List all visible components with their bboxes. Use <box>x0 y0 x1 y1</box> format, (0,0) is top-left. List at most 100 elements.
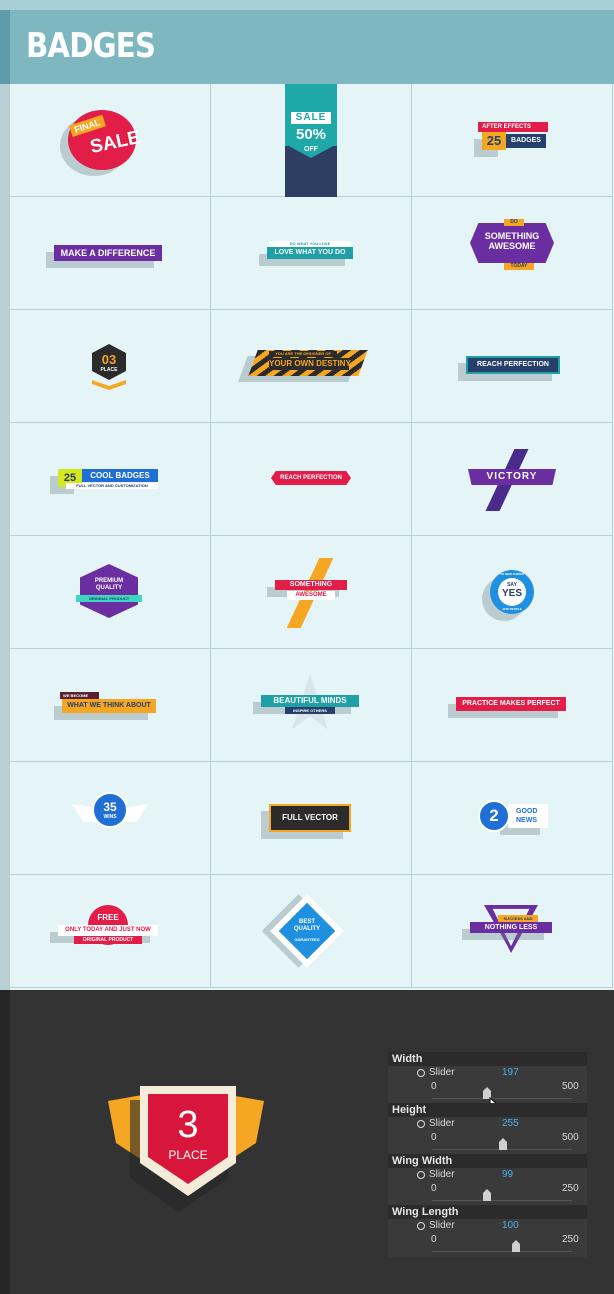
slider-min: 0 <box>431 1132 437 1143</box>
badge-cell-nothing-less[interactable]: SUCCESS AND NOTHING LESS <box>412 875 613 988</box>
slider-label: Slider <box>429 1067 455 1078</box>
effect-controls-panel: Width Slider 197 0 500 Height Slider 255… <box>388 1052 587 1257</box>
wins-circle: 35 WINS <box>92 792 128 828</box>
slider-label: Slider <box>429 1118 455 1129</box>
slider-value-wing-width[interactable]: 99 <box>502 1169 513 1180</box>
badge-cell-cool-badges[interactable]: 25 COOL BADGES FULL VECTOR AND CUSTOMIZA… <box>10 423 211 536</box>
stopwatch-icon[interactable] <box>417 1069 425 1077</box>
control-height: Slider 255 0 500 <box>388 1118 587 1154</box>
yes-label: YES <box>501 588 522 599</box>
slider-label: Slider <box>429 1220 455 1231</box>
badge-cell-premium-quality[interactable]: PREMIUM QUALITY ORIGINAL PRODUCT <box>10 536 211 649</box>
badge-cell-reach-perfection-2[interactable]: REACH PERFECTION <box>211 423 412 536</box>
quality-line-2: QUALITY <box>293 926 321 932</box>
cool-badges-label: COOL BADGES <box>82 469 158 482</box>
final-sale-badge: FINAL SALE <box>68 110 142 170</box>
left-edge <box>0 84 10 990</box>
badge-cell-final-sale[interactable]: FINAL SALE <box>10 84 211 197</box>
slider-thumb-wing-length[interactable] <box>512 1240 520 1252</box>
slider-value-wing-length[interactable]: 100 <box>502 1220 519 1231</box>
reach-perfection-red: REACH PERFECTION <box>271 471 351 485</box>
sale-percent: 50% <box>295 126 327 143</box>
badge-cell-sale-50[interactable]: SALE 50% OFF <box>211 84 412 197</box>
premium-line: PREMIUM <box>94 578 124 584</box>
badge-cell-beautiful-minds[interactable]: BEAUTIFUL MINDS INSPIRE OTHERS <box>211 649 412 762</box>
left-edge-dark <box>0 990 10 1294</box>
badge-cell-reach-perfection-1[interactable]: REACH PERFECTION <box>412 310 613 423</box>
badge-cell-best-quality[interactable]: BEST QUALITY GARANTEED <box>211 875 412 988</box>
victory-label: VICTORY <box>468 469 556 485</box>
reach-perfection-frame: REACH PERFECTION <box>466 356 560 374</box>
badge-cell-full-vector[interactable]: FULL VECTOR <box>211 762 412 875</box>
slider-track[interactable] <box>432 1200 572 1201</box>
original-product-strip: ORIGINAL PRODUCT <box>76 595 142 602</box>
stopwatch-icon[interactable] <box>417 1222 425 1230</box>
badge-cell-35-wins[interactable]: 35 WINS <box>10 762 211 875</box>
badge-cell-something-awesome-2[interactable]: SOMETHING AWESOME <box>211 536 412 649</box>
inspire-others-label: INSPIRE OTHERS <box>285 707 335 714</box>
header-bar: BADGES <box>10 10 614 84</box>
badge-cell-victory[interactable]: VICTORY <box>412 423 613 536</box>
badge-cell-your-own-destiny[interactable]: YOU ARE THE DESIGNER OF YOUR OWN DESTINY <box>211 310 412 423</box>
quality-line: QUALITY <box>95 585 123 591</box>
preview-label: PLACE <box>168 1148 208 1162</box>
slider-max: 500 <box>562 1132 579 1143</box>
awesome-line: AWESOME <box>488 241 536 251</box>
badge-cell-free[interactable]: FREE ONLY TODAY AND JUST NOW ORIGINAL PR… <box>10 875 211 988</box>
slider-max: 500 <box>562 1081 579 1092</box>
control-wing-length: Slider 100 0 250 <box>388 1220 587 1256</box>
good-news-card: GOOD NEWS <box>508 804 548 828</box>
place-number: 03 <box>101 352 117 367</box>
badge-number-25: 25 <box>482 132 506 150</box>
sale-top-label: SALE <box>291 112 331 124</box>
slider-track[interactable] <box>432 1098 572 1099</box>
badge-cell-make-difference[interactable]: MAKE A DIFFERENCE <box>10 197 211 310</box>
slider-thumb-wing-width[interactable] <box>483 1189 492 1201</box>
stopwatch-icon[interactable] <box>417 1120 425 1128</box>
badge-cell-good-news[interactable]: GOOD NEWS 2 <box>412 762 613 875</box>
slider-thumb-height[interactable] <box>499 1138 508 1150</box>
control-header-width: Width <box>388 1052 587 1066</box>
slider-track[interactable] <box>432 1251 572 1252</box>
control-wing-width: Slider 99 0 250 <box>388 1169 587 1205</box>
slider-value-height[interactable]: 255 <box>502 1118 519 1129</box>
control-width: Slider 197 0 500 <box>388 1067 587 1113</box>
do-tag: DO <box>504 219 524 226</box>
badge-cell-something-awesome[interactable]: SOMETHING AWESOME DO TODAY <box>412 197 613 310</box>
good-news-number: 2 <box>478 800 510 832</box>
full-vector-sub: FULL VECTOR AND CUSTOMIZATION <box>66 483 158 489</box>
news-line: NEWS <box>516 817 537 824</box>
preview-number: 3 <box>177 1104 199 1146</box>
ring-top: TO NEW THINGS <box>499 572 525 576</box>
reach-perfection-label: REACH PERFECTION <box>468 358 558 372</box>
control-header-height: Height <box>388 1103 587 1117</box>
slider-label: Slider <box>429 1169 455 1180</box>
wins-label: WINS <box>103 814 117 820</box>
slider-max: 250 <box>562 1183 579 1194</box>
something-red: SOMETHING <box>275 580 347 590</box>
badge-cell-practice-makes-perfect[interactable]: PRACTICE MAKES PERFECT <box>412 649 613 762</box>
today-tag: TODAY <box>504 263 534 270</box>
something-line: SOMETHING <box>484 231 540 241</box>
badge-cell-03-place[interactable]: 03 PLACE <box>10 310 211 423</box>
slider-min: 0 <box>431 1081 437 1092</box>
slider-value-width[interactable]: 197 <box>502 1067 519 1078</box>
badge-cell-what-we-think[interactable]: WE BECOME WHAT WE THINK ABOUT <box>10 649 211 762</box>
slider-max: 250 <box>562 1234 579 1245</box>
place-label: PLACE <box>100 367 118 373</box>
original-product-label: ORIGINAL PRODUCT <box>74 936 142 944</box>
stopwatch-icon[interactable] <box>417 1171 425 1179</box>
good-line: GOOD <box>516 808 538 815</box>
free-label: FREE <box>97 913 119 922</box>
we-become-tag: WE BECOME <box>60 692 99 699</box>
beautiful-minds-label: BEAUTIFUL MINDS <box>261 695 359 707</box>
practice-makes-perfect-label: PRACTICE MAKES PERFECT <box>456 697 566 711</box>
awesome-white: AWESOME <box>287 591 335 600</box>
badge-cell-say-yes[interactable]: TO NEW THINGS SAY YES AND PEOPLE <box>412 536 613 649</box>
designer-of-label: YOU ARE THE DESIGNER OF <box>269 351 337 357</box>
badge-cell-after-effects[interactable]: AFTER EFFECTS 25 BADGES <box>412 84 613 197</box>
badge-cell-love-what-you-do[interactable]: DO WHAT YOU LOVE LOVE WHAT YOU DO <box>211 197 412 310</box>
something-awesome-badge: SOMETHING AWESOME <box>470 223 554 263</box>
badges-label: BADGES <box>506 134 546 148</box>
ring-bottom: AND PEOPLE <box>502 607 522 611</box>
